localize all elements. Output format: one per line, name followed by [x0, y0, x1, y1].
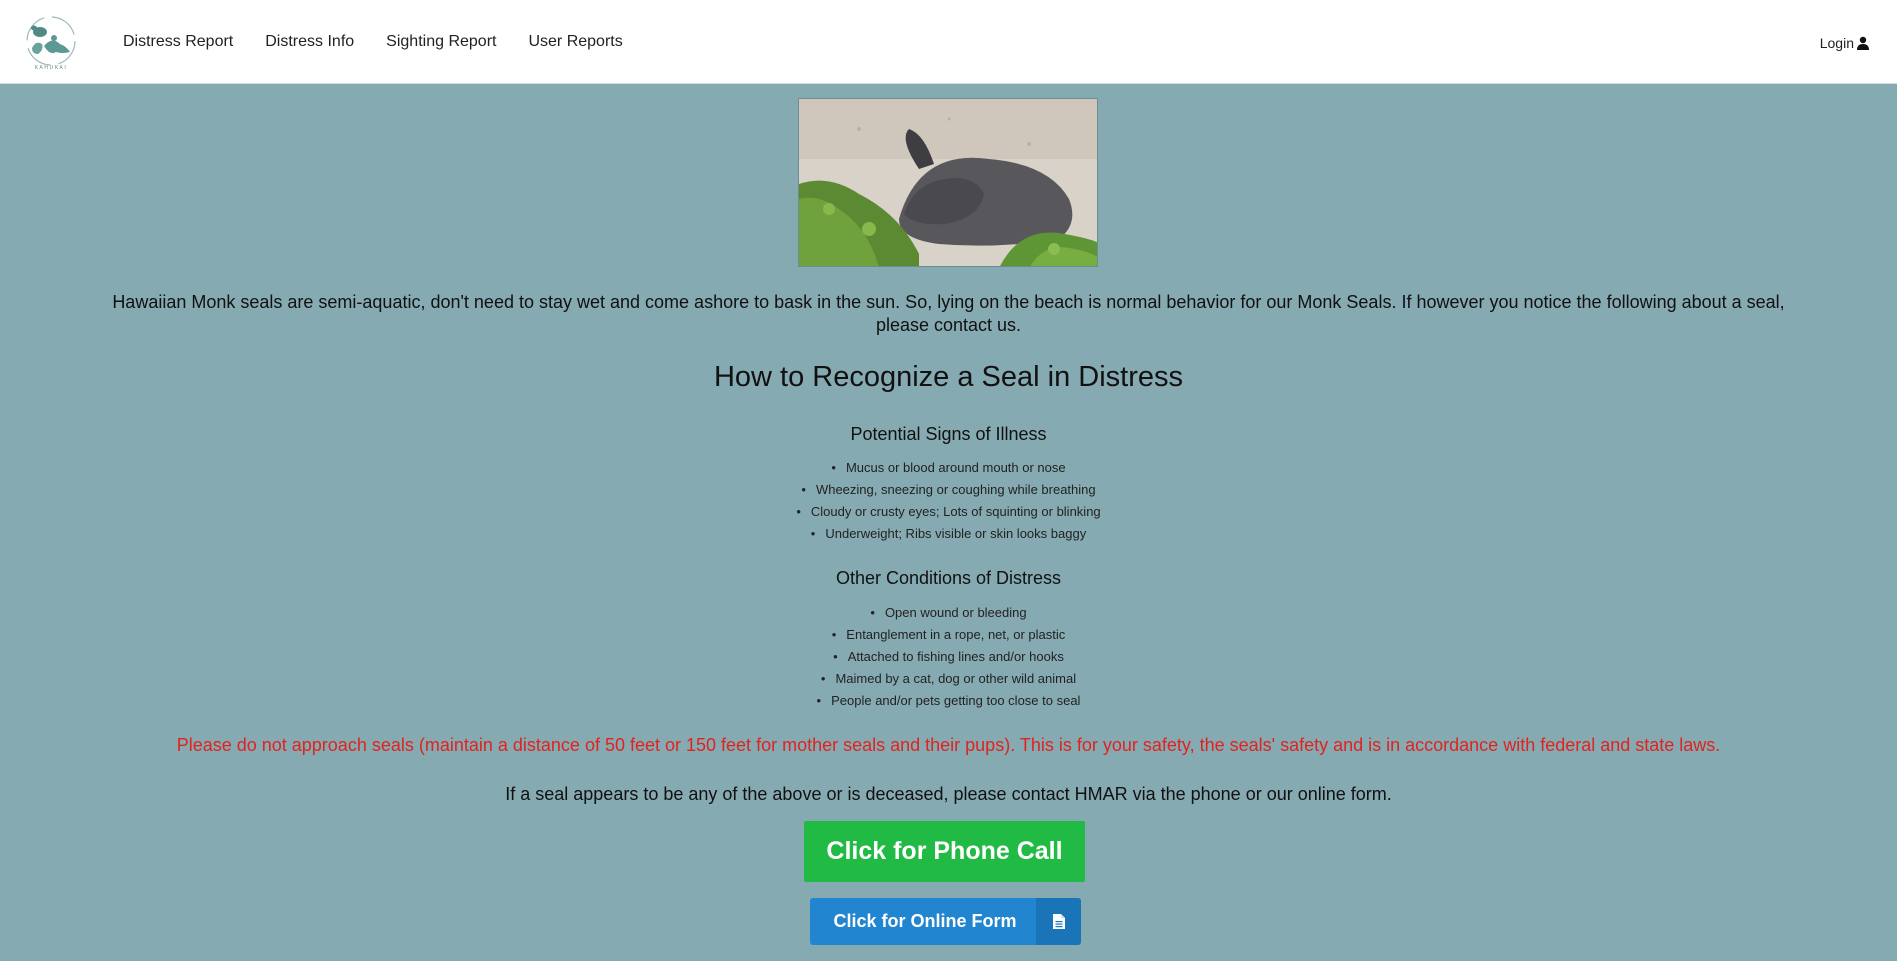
list-item: Wheezing, sneezing or coughing while bre…	[0, 479, 1897, 501]
illness-list: Mucus or blood around mouth or nose Whee…	[0, 457, 1897, 545]
list-item: Mucus or blood around mouth or nose	[0, 457, 1897, 479]
login-button[interactable]: Login	[1820, 35, 1870, 51]
list-item: Underweight; Ribs visible or skin looks …	[0, 523, 1897, 545]
top-navbar: KAHUKAI Distress Report Distress Info Si…	[0, 0, 1897, 84]
distress-heading: Other Conditions of Distress	[835, 568, 1062, 588]
logo-icon: KAHUKAI	[26, 16, 76, 71]
file-icon-box	[1036, 898, 1081, 945]
kahukai-logo[interactable]: KAHUKAI	[20, 12, 82, 74]
list-item: Entanglement in a rope, net, or plastic	[0, 624, 1897, 646]
seal-image	[799, 99, 1097, 266]
monk-seal-photo	[798, 98, 1098, 267]
nav-distress-report[interactable]: Distress Report	[123, 33, 233, 51]
list-item: Attached to fishing lines and/or hooks	[0, 646, 1897, 668]
list-item: Cloudy or crusty eyes; Lots of squinting…	[0, 501, 1897, 523]
illness-heading: Potential Signs of Illness	[850, 424, 1047, 444]
main-nav: Distress Report Distress Info Sighting R…	[123, 33, 655, 51]
nav-sighting-report[interactable]: Sighting Report	[386, 33, 496, 51]
intro-text: Hawaiian Monk seals are semi-aquatic, do…	[112, 292, 1785, 335]
nav-distress-info[interactable]: Distress Info	[265, 33, 354, 51]
nav-user-reports[interactable]: User Reports	[528, 33, 622, 51]
page-title: How to Recognize a Seal in Distress	[713, 361, 1184, 393]
contact-text: If a seal appears to be any of the above…	[505, 784, 1392, 804]
list-item: Maimed by a cat, dog or other wild anima…	[0, 668, 1897, 690]
list-item: Open wound or bleeding	[0, 602, 1897, 624]
online-form-button[interactable]: Click for Online Form	[810, 898, 1081, 945]
distance-warning: Please do not approach seals (maintain a…	[176, 735, 1721, 755]
phone-call-button[interactable]: Click for Phone Call	[804, 821, 1085, 882]
online-form-label: Click for Online Form	[833, 911, 1017, 931]
file-icon	[1052, 914, 1065, 929]
list-item: People and/or pets getting too close to …	[0, 690, 1897, 712]
user-icon	[1857, 36, 1869, 50]
login-label: Login	[1819, 35, 1854, 51]
logo-text: KAHUKAI	[35, 65, 68, 71]
distress-list: Open wound or bleeding Entanglement in a…	[0, 602, 1897, 712]
